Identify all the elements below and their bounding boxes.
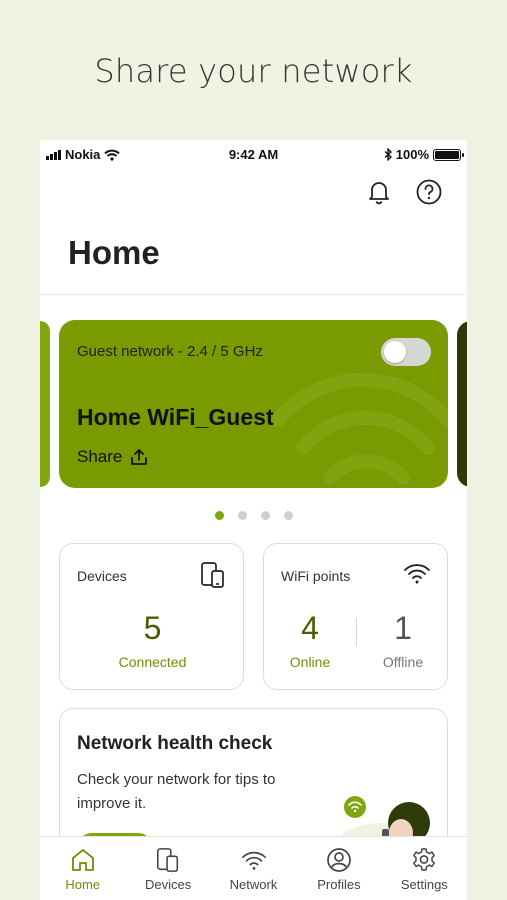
- network-ssid: Home WiFi_Guest: [77, 404, 274, 430]
- next-card-peek[interactable]: [457, 321, 467, 487]
- gear-icon: [413, 848, 436, 871]
- wifi-points-online-count: 4: [301, 610, 319, 646]
- previous-card-peek[interactable]: [40, 321, 50, 487]
- network-band-label: Guest network - 2.4 / 5 GHz: [77, 343, 263, 360]
- share-icon: [131, 449, 148, 465]
- wifi-icon: [404, 564, 430, 584]
- share-label: Share: [77, 447, 123, 466]
- battery-icon: [433, 148, 464, 161]
- wifi-icon: [241, 851, 266, 870]
- health-card-title: Network health check: [77, 733, 273, 754]
- profile-icon: [327, 848, 351, 872]
- tab-profiles[interactable]: Profiles: [296, 837, 381, 900]
- tab-home[interactable]: Home: [40, 837, 125, 900]
- tab-settings-label: Settings: [400, 877, 448, 892]
- bottom-tab-bar: Home Devices Network Profiles Settings: [40, 836, 467, 900]
- help-icon[interactable]: [415, 178, 443, 206]
- devices-icon: [157, 848, 179, 872]
- guest-network-card[interactable]: Guest network - 2.4 / 5 GHz Home WiFi_Gu…: [59, 320, 448, 488]
- wifi-points-offline-count: 1: [394, 610, 412, 646]
- guest-network-toggle[interactable]: [381, 338, 431, 366]
- page-dot[interactable]: [283, 511, 293, 520]
- promo-headline: Share your network: [94, 52, 413, 90]
- status-bar: Nokia 9:42 AM 100%: [40, 140, 467, 170]
- phone-screen: Nokia 9:42 AM 100% Home Guest network - …: [40, 140, 467, 900]
- tab-profiles-label: Profiles: [317, 877, 361, 892]
- devices-tile-label: Devices: [77, 568, 127, 584]
- devices-status: Connected: [118, 654, 187, 670]
- tab-network-label: Network: [229, 877, 278, 892]
- tab-network[interactable]: Network: [211, 837, 296, 900]
- header-divider: [40, 294, 467, 295]
- tab-home-label: Home: [65, 877, 101, 892]
- tab-devices[interactable]: Devices: [125, 837, 210, 900]
- tab-settings[interactable]: Settings: [382, 837, 467, 900]
- wifi-points-online-label: Online: [289, 654, 331, 670]
- health-card-description: Check your network for tips to improve i…: [77, 771, 276, 812]
- devices-count: 5: [143, 610, 162, 646]
- carousel-page-indicator[interactable]: [40, 511, 467, 520]
- devices-icon: [201, 562, 224, 588]
- page-dot[interactable]: [237, 511, 247, 520]
- share-button[interactable]: Share: [77, 447, 148, 467]
- devices-tile[interactable]: Devices 5 Connected: [59, 543, 244, 690]
- bluetooth-icon: [384, 148, 392, 161]
- page-title: Home: [68, 234, 160, 271]
- tab-devices-label: Devices: [144, 877, 192, 892]
- wifi-points-tile[interactable]: WiFi points 4 Online 1 Offline: [263, 543, 448, 690]
- wifi-points-offline-label: Offline: [382, 654, 424, 670]
- battery-percent: 100%: [395, 147, 429, 162]
- page-dot[interactable]: [260, 511, 270, 520]
- home-icon: [71, 849, 94, 871]
- wifi-points-tile-label: WiFi points: [281, 568, 351, 584]
- bell-icon[interactable]: [365, 178, 393, 206]
- page-dot[interactable]: [214, 511, 224, 520]
